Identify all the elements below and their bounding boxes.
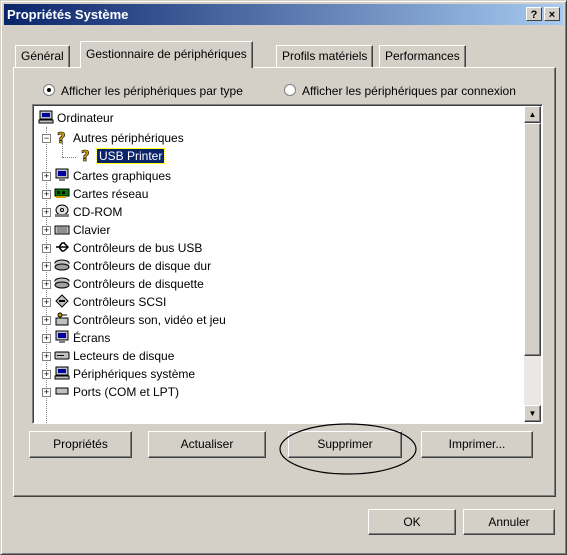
collapse-toggle[interactable]: − (42, 134, 51, 143)
unknown-device-icon: ? (81, 148, 90, 162)
unknown-device-icon: ? (57, 130, 66, 144)
tree-item-network[interactable]: Cartes réseau (54, 186, 148, 202)
network-card-icon (54, 188, 70, 198)
tree-item-scsi[interactable]: Contrôleurs SCSI (54, 294, 166, 310)
tree-line (62, 157, 76, 158)
expand-toggle[interactable]: + (42, 190, 51, 199)
title-bar[interactable]: Propriétés Système ? × (4, 4, 563, 25)
scroll-thumb[interactable] (524, 123, 541, 356)
scroll-down-arrow-icon[interactable]: ▼ (524, 405, 541, 422)
expand-toggle[interactable]: + (42, 352, 51, 361)
ok-button[interactable]: OK (368, 509, 456, 535)
radio-by-type[interactable]: Afficher les périphériques par type (43, 84, 243, 98)
tree-item-floppy-controllers[interactable]: Contrôleurs de disquette (54, 276, 204, 292)
window-title: Propriétés Système (7, 7, 129, 22)
tree-item-usb-printer[interactable]: ? USB Printer (78, 148, 166, 164)
scsi-icon (55, 294, 69, 308)
tab-general[interactable]: Général (15, 45, 70, 67)
sound-icon (55, 312, 69, 326)
monitor-icon (55, 168, 69, 181)
tree-item-hdd-controllers[interactable]: Contrôleurs de disque dur (54, 258, 211, 274)
disk-controller-icon (54, 277, 70, 289)
radio-dot-icon (43, 84, 55, 96)
expand-toggle[interactable]: + (42, 244, 51, 253)
tree-item-other-devices[interactable]: ? Autres périphériques (54, 130, 184, 146)
tree-item-graphics[interactable]: Cartes graphiques (54, 168, 171, 184)
tree-item-sound[interactable]: Contrôleurs son, vidéo et jeu (54, 312, 226, 328)
tree-item-cdrom[interactable]: CD-ROM (54, 204, 122, 220)
monitor-icon (55, 330, 69, 343)
refresh-button[interactable]: Actualiser (148, 431, 266, 458)
tree-item-usb-controllers[interactable]: Contrôleurs de bus USB (54, 240, 202, 256)
expand-toggle[interactable]: + (42, 262, 51, 271)
expand-toggle[interactable]: + (42, 280, 51, 289)
expand-toggle[interactable]: + (42, 298, 51, 307)
print-button[interactable]: Imprimer... (421, 431, 533, 458)
tab-performance[interactable]: Performances (379, 45, 466, 67)
radio-circle-icon (284, 84, 296, 96)
expand-toggle[interactable]: + (42, 334, 51, 343)
disk-controller-icon (54, 259, 70, 271)
expand-toggle[interactable]: + (42, 172, 51, 181)
tab-hardware-profiles[interactable]: Profils matériels (276, 45, 374, 67)
expand-toggle[interactable]: + (42, 316, 51, 325)
cdrom-icon (55, 204, 69, 217)
computer-icon (38, 110, 54, 124)
port-icon (55, 387, 69, 395)
close-button[interactable]: × (544, 7, 560, 21)
expand-toggle[interactable]: + (42, 226, 51, 235)
tree-item-ports[interactable]: Ports (COM et LPT) (54, 384, 179, 400)
tree-item-keyboard[interactable]: Clavier (54, 222, 110, 238)
cancel-button[interactable]: Annuler (463, 509, 555, 535)
radio-by-connection[interactable]: Afficher les périphériques par connexion (284, 84, 516, 98)
tab-device-manager[interactable]: Gestionnaire de périphériques (80, 41, 253, 68)
help-button[interactable]: ? (526, 7, 542, 21)
svg-text:?: ? (57, 130, 66, 144)
tree-item-monitors[interactable]: Écrans (54, 330, 110, 346)
expand-toggle[interactable]: + (42, 370, 51, 379)
tree-item-computer[interactable]: Ordinateur (38, 110, 114, 126)
tree-item-system-devices[interactable]: Périphériques système (54, 366, 195, 382)
expand-toggle[interactable]: + (42, 388, 51, 397)
device-tree[interactable]: Ordinateur − ? Autres périphériques ? USB … (32, 104, 543, 424)
scroll-up-arrow-icon[interactable]: ▲ (524, 106, 541, 123)
disk-drive-icon (54, 351, 70, 360)
tree-item-disk-drives[interactable]: Lecteurs de disque (54, 348, 174, 364)
usb-icon (56, 242, 70, 252)
keyboard-icon (54, 225, 70, 235)
highlight-ellipse (279, 423, 417, 475)
system-properties-window: Propriétés Système ? × Général Gestionna… (0, 0, 567, 555)
vertical-scrollbar[interactable]: ▲ ▼ (524, 106, 541, 422)
svg-text:?: ? (81, 148, 90, 162)
expand-toggle[interactable]: + (42, 208, 51, 217)
computer-icon (54, 366, 70, 380)
properties-button[interactable]: Propriétés (29, 431, 132, 458)
